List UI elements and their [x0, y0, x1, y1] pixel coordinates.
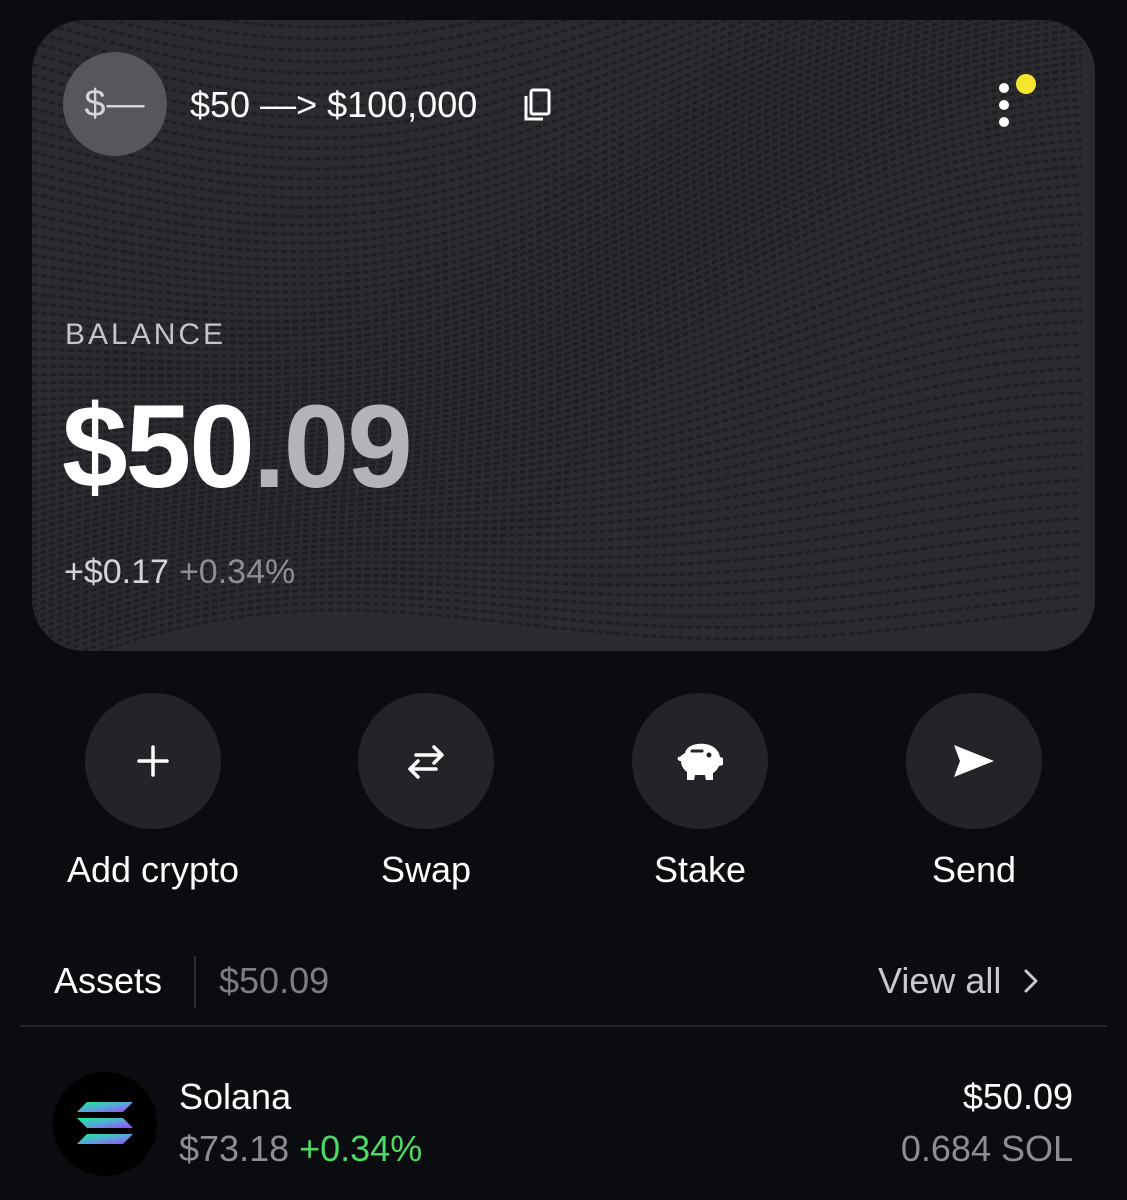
assets-divider — [194, 956, 196, 1008]
view-all-label: View all — [878, 960, 1002, 1001]
send-circle[interactable] — [906, 693, 1042, 829]
add-crypto-label: Add crypto — [66, 849, 240, 890]
dot-bottom — [999, 117, 1009, 127]
dot-middle — [999, 100, 1009, 110]
send-label: Send — [931, 849, 1017, 890]
piggy-bank-icon — [677, 743, 723, 780]
dot-top — [999, 83, 1009, 93]
plus-icon — [137, 745, 169, 777]
section-divider — [20, 1025, 1107, 1027]
chevron-right-icon — [1024, 969, 1038, 993]
balance-whole: $50 — [62, 381, 255, 513]
assets-total: $50.09 — [219, 960, 330, 1001]
swap-arrows-icon — [408, 745, 444, 779]
token-change: +0.34% — [299, 1128, 423, 1169]
stake-label: Stake — [653, 849, 747, 890]
stake-button[interactable]: Stake — [580, 693, 820, 891]
token-value: $50.09 — [962, 1076, 1073, 1117]
balance-label: BALANCE — [65, 318, 227, 351]
balance-fraction: .09 — [252, 381, 413, 513]
token-quantity: 0.684 SOL — [900, 1128, 1073, 1169]
notification-dot — [1016, 74, 1036, 94]
balance-amount: $50.09 — [62, 388, 413, 506]
token-price-line: $73.18 +0.34% — [179, 1128, 422, 1170]
wallet-avatar[interactable]: $— — [63, 52, 167, 156]
wallet-name[interactable]: $50 —> $100,000 — [190, 84, 477, 126]
add-crypto-circle[interactable] — [85, 693, 221, 829]
view-all-link[interactable]: View all — [878, 960, 1039, 1002]
avatar-text: $— — [84, 82, 146, 125]
swap-button[interactable]: Swap — [306, 693, 546, 891]
send-icon — [954, 745, 994, 777]
swap-circle[interactable] — [358, 693, 494, 829]
menu-button[interactable] — [992, 72, 1042, 132]
balance-change-percent: +0.34% — [178, 553, 296, 591]
action-bar: Add crypto Swap Stake Send — [0, 693, 1127, 893]
wallet-home-screen: $— $50 —> $100,000 BALANCE $50.09 +$0.17… — [0, 0, 1127, 1200]
asset-row-solana[interactable]: Solana $73.18 +0.34% $50.09 0.684 SOL — [0, 1062, 1127, 1182]
assets-header: Assets $50.09 View all — [0, 950, 1127, 1020]
add-crypto-button[interactable]: Add crypto — [33, 693, 273, 891]
solana-logo-icon — [53, 1072, 157, 1176]
stake-circle[interactable] — [632, 693, 768, 829]
copy-icon[interactable] — [522, 88, 552, 122]
swap-label: Swap — [380, 849, 472, 890]
balance-change: +$0.17 +0.34% — [64, 553, 295, 592]
token-name: Solana — [179, 1076, 292, 1117]
token-price: $73.18 — [179, 1128, 290, 1169]
send-button[interactable]: Send — [854, 693, 1094, 891]
assets-title: Assets — [54, 960, 163, 1001]
balance-card: $— $50 —> $100,000 BALANCE $50.09 +$0.17… — [32, 20, 1095, 651]
balance-change-amount: +$0.17 — [64, 553, 169, 591]
